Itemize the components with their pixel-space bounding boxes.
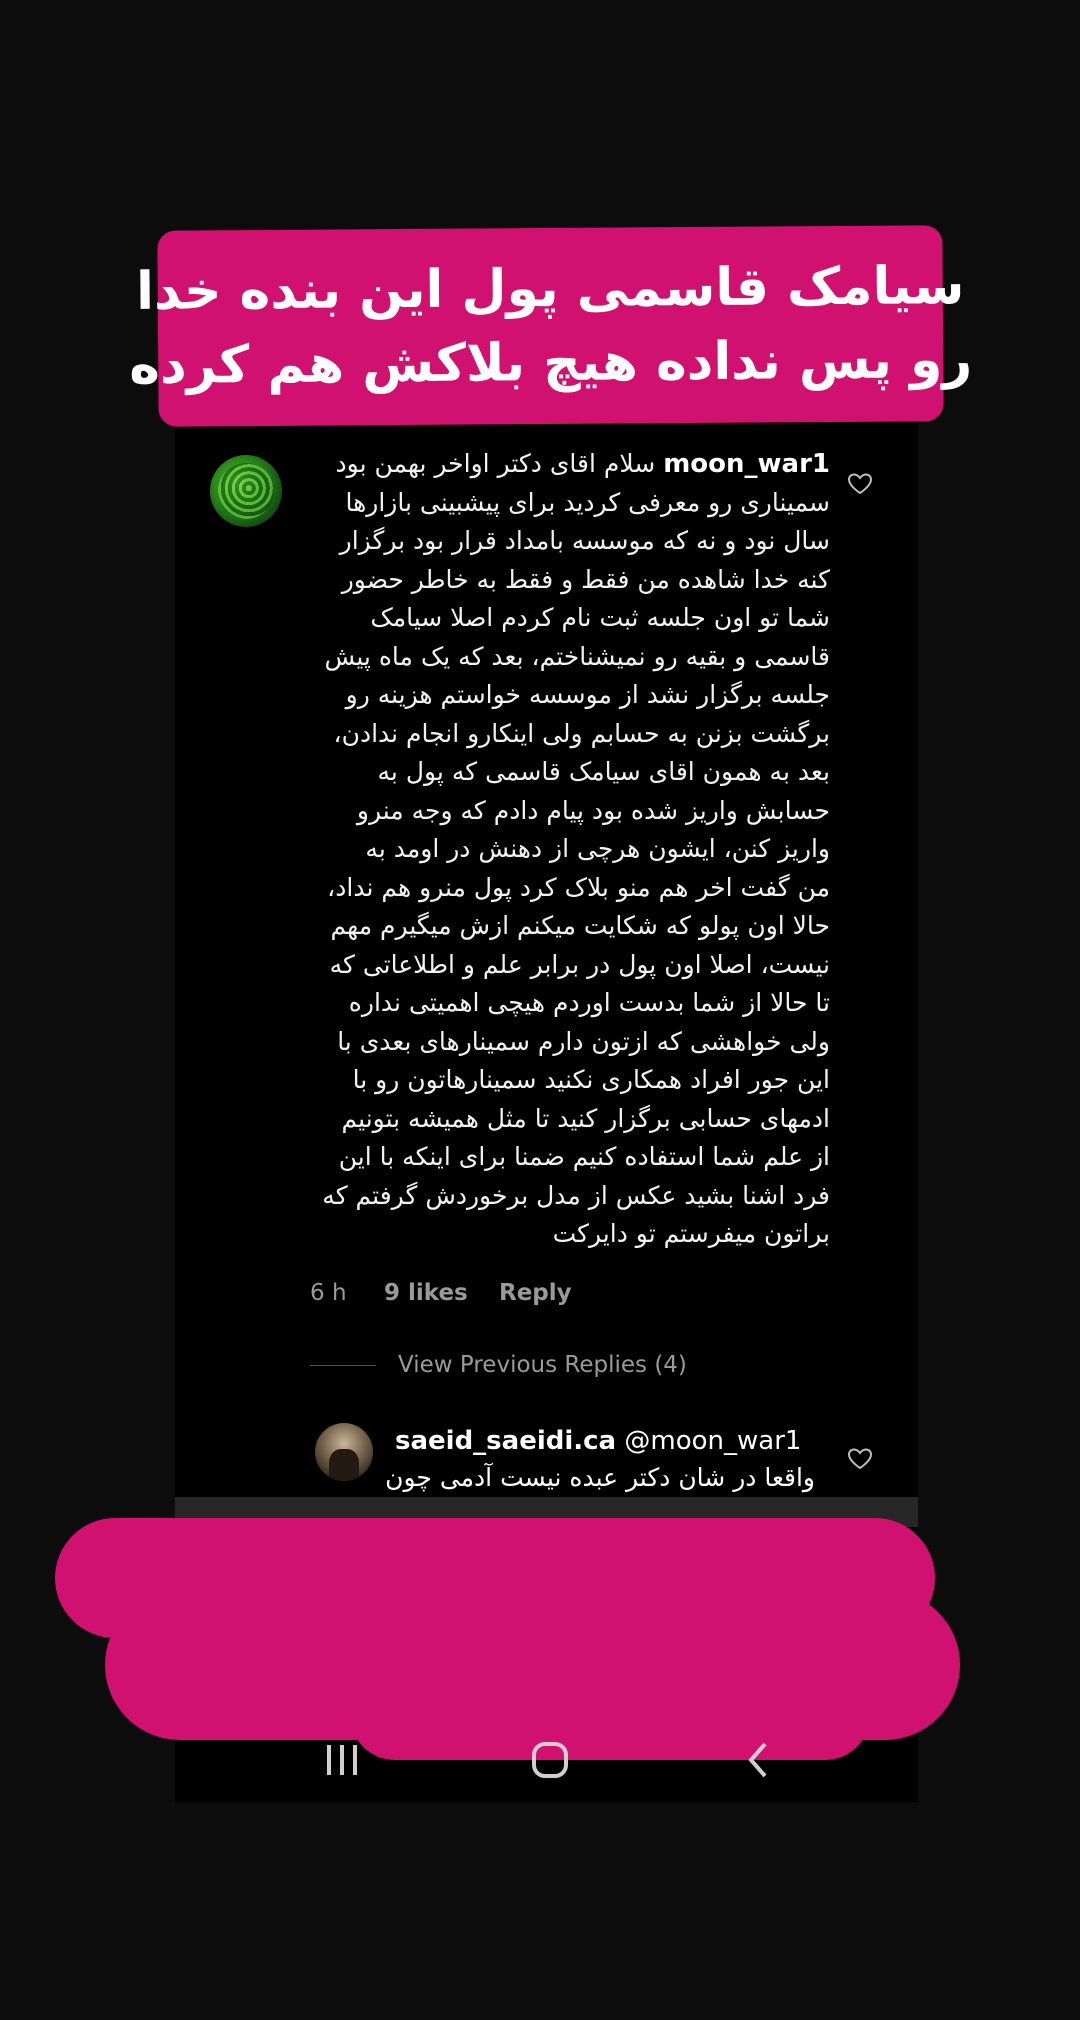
view-previous-replies-label: View Previous Replies (4) xyxy=(398,1352,687,1378)
reply-text: واقعا در شان دکتر عبده نیست آدمی چون xyxy=(385,1463,815,1492)
comment-meta: 6 h 9 likes Reply xyxy=(310,1280,572,1306)
back-icon[interactable] xyxy=(728,1730,788,1790)
reply-comment: saeid_saeidi.ca @moon_war1 واقعا در شان … xyxy=(385,1422,815,1496)
comment-line: شما تو اون جلسه ثبت نام کردم اصلا سیامک xyxy=(370,603,830,632)
heart-outline-icon[interactable] xyxy=(847,1447,873,1471)
reply-mention[interactable]: @moon_war1 xyxy=(624,1426,801,1456)
comment-line: کنه خدا شاهده من فقط و فقط به خاطر حضور xyxy=(341,564,830,594)
comment-line: ادمهای حسابی برگزار کنید تا مثل همیشه بت… xyxy=(341,1103,830,1133)
comment-line: واریز کنن، ایشون هرچی از دهنش در اومد به xyxy=(365,834,830,863)
comment-line: حسابش واریز شده بود پیام دادم که وجه منر… xyxy=(356,795,830,825)
comment-line: این جور افراد همکاری نکنید سمینارهاتون ر… xyxy=(352,1065,830,1094)
comment-username[interactable]: moon_war1 xyxy=(663,449,830,479)
reply-button[interactable]: Reply xyxy=(499,1280,572,1306)
reply-avatar[interactable] xyxy=(315,1423,373,1481)
redaction-mark xyxy=(350,1670,870,1760)
comment-line: جلسه برگزار نشد از موسسه خواستم هزینه رو xyxy=(345,680,830,709)
likes-count[interactable]: 9 likes xyxy=(384,1280,499,1306)
commenter-avatar[interactable] xyxy=(210,455,282,527)
heart-outline-icon[interactable] xyxy=(847,472,873,496)
comment-line: فرد اشنا بشید عکس از مدل برخوردش گرفتم ک… xyxy=(322,1180,830,1210)
view-previous-replies[interactable]: View Previous Replies (4) xyxy=(310,1352,687,1378)
comment-line: برگشت بزنن به حسابم ولی اینکارو انجام ند… xyxy=(333,718,830,748)
comment-line: براتون میفرستم تو دایرکت xyxy=(552,1219,830,1248)
comment-line: تا حالا از شما بدست اوردم هیچی اهمیتی ند… xyxy=(348,988,830,1017)
comment-line: سال نود و نه که موسسه بامداد قرار بود بر… xyxy=(339,526,830,555)
comment-line: بعد به همون اقای سیامک قاسمی که پول به xyxy=(377,757,830,786)
comment-line: ولی خواهشی که ازتون دارم سمینارهای بعدی … xyxy=(337,1026,830,1056)
home-icon[interactable] xyxy=(520,1730,580,1790)
comment-body: moon_war1 سلام اقای دکتر اواخر بهمن بود … xyxy=(310,445,830,1254)
comment-time: 6 h xyxy=(310,1280,347,1306)
recent-apps-icon[interactable] xyxy=(312,1730,372,1790)
title-banner: سیامک قاسمی پول این بنده خدا رو پس نداده… xyxy=(129,225,972,427)
comment-line: از علم شما استفاده کنیم ضمنا برای اینکه … xyxy=(338,1142,830,1171)
comment-line: من گفت اخر هم منو بلاک کرد پول منرو هم ن… xyxy=(327,872,830,902)
reply-username[interactable]: saeid_saeidi.ca xyxy=(395,1426,616,1456)
banner-line-2: رو پس نداده هیچ بلاکش هم کرده xyxy=(129,330,973,396)
comment-line: نیست، اصلا اون پول در برابر علم و اطلاعا… xyxy=(329,949,830,979)
divider xyxy=(310,1364,376,1366)
comment-line: سمیناری رو معرفی کردید برای پیشبینی بازا… xyxy=(345,487,830,517)
banner-line-1: سیامک قاسمی پول این بنده خدا xyxy=(135,256,965,322)
comment-line: قاسمی و بقیه رو نمیشناختم، بعد که یک ماه… xyxy=(324,641,830,671)
comment-line: moon_war1 سلام اقای دکتر اواخر بهمن بود xyxy=(335,449,830,479)
reply-header: saeid_saeidi.ca @moon_war1 xyxy=(395,1422,815,1460)
comment-line: حالا اون پولو که شکایت میکنم ازش میگیرم … xyxy=(330,911,830,940)
